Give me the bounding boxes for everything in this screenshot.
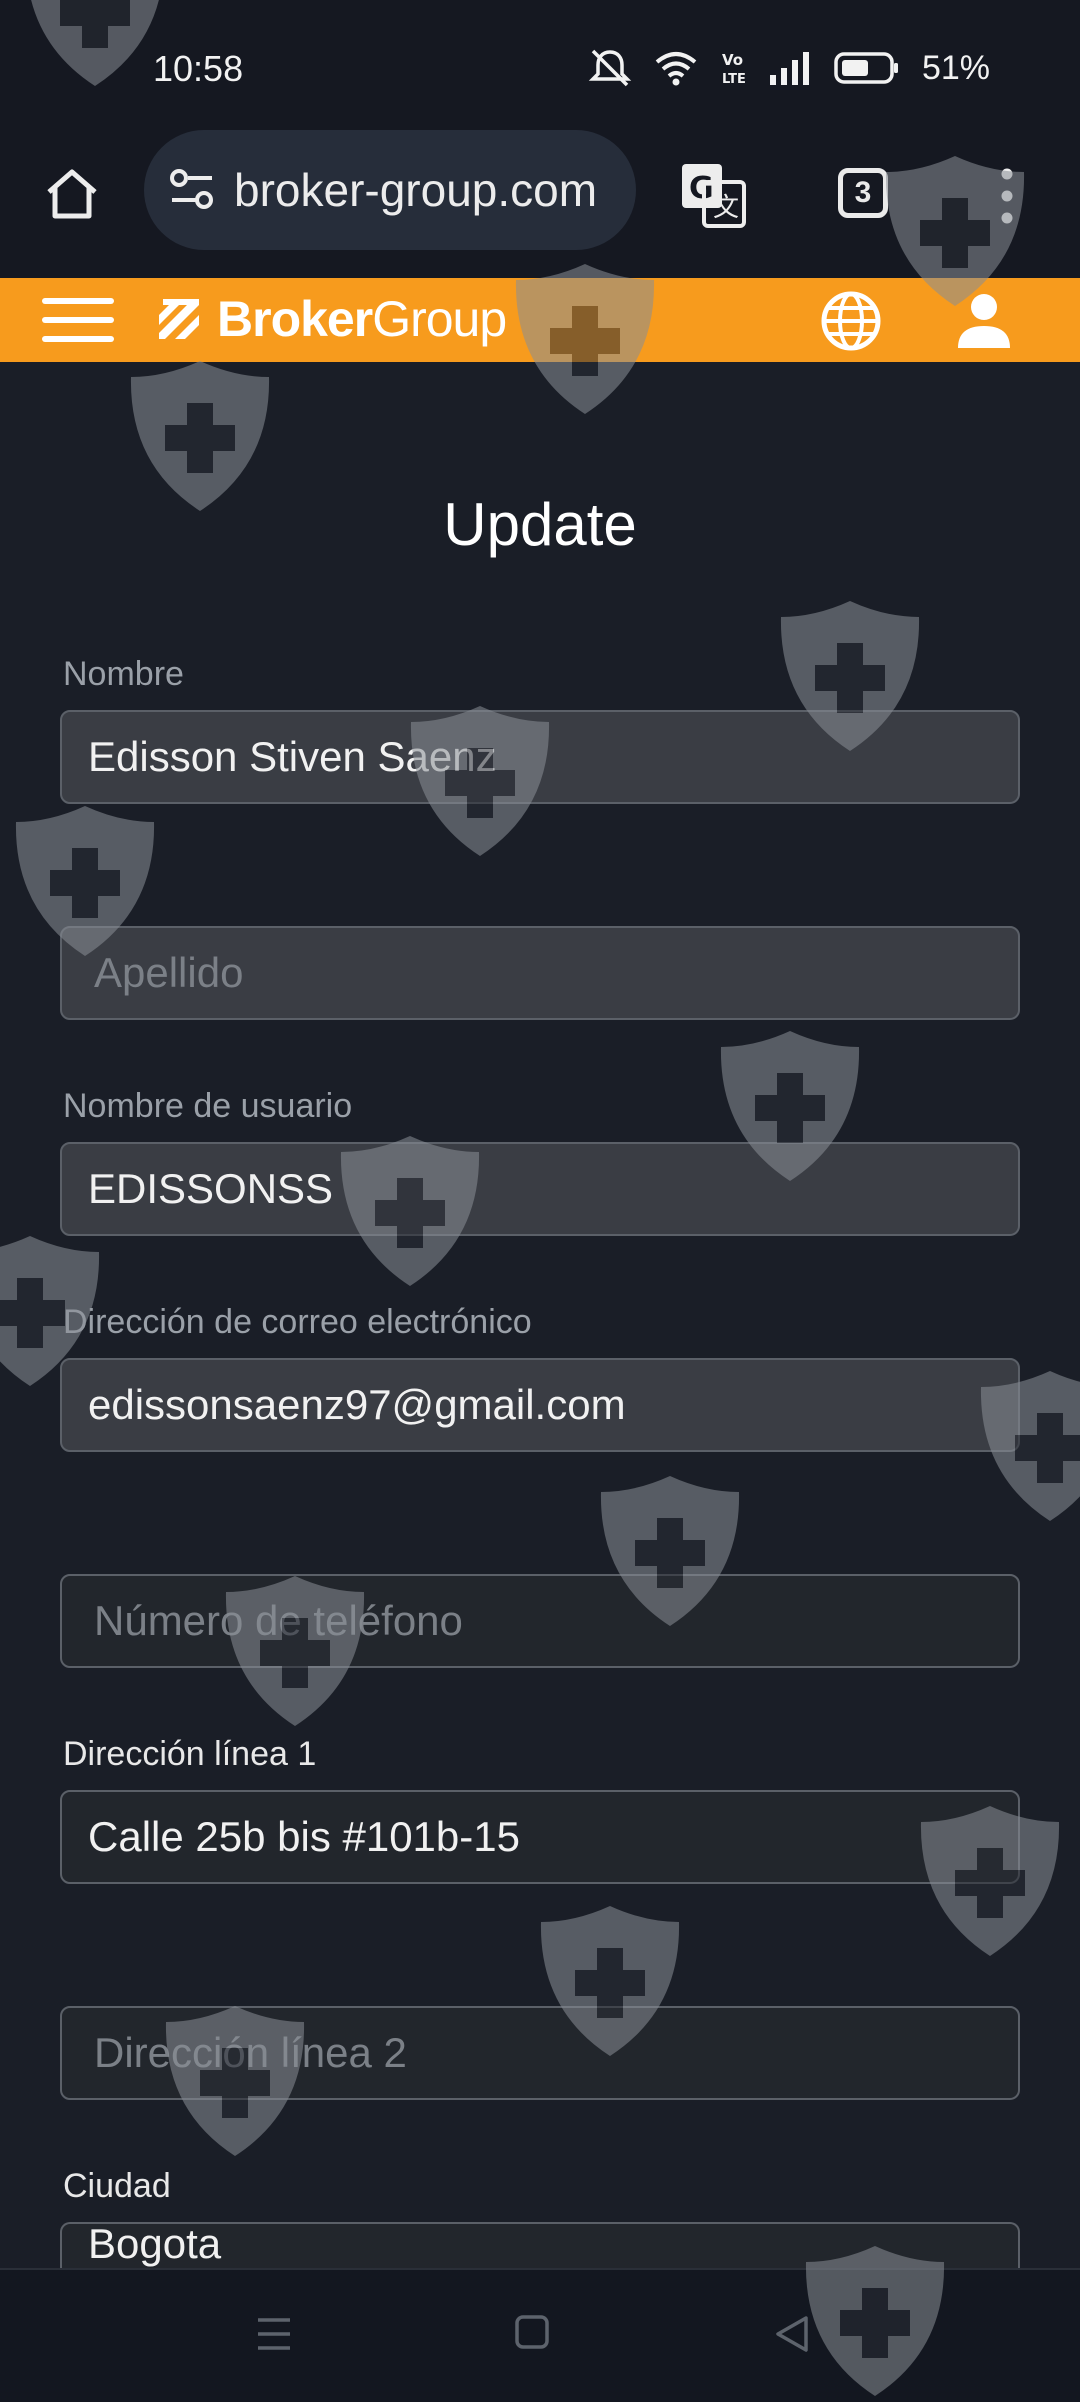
hamburger-menu-icon[interactable]	[42, 296, 114, 344]
page-title: Update	[443, 491, 637, 558]
brand-name-light: Group	[372, 291, 507, 347]
svg-text:Vo: Vo	[722, 51, 743, 69]
wifi-icon	[655, 52, 697, 86]
status-icons: Vo LTE 51%	[588, 48, 990, 88]
nombre-field[interactable]: Edisson Stiven Saenz	[60, 710, 1020, 804]
direccion1-label: Dirección línea 1	[63, 1735, 317, 1773]
home-icon[interactable]	[42, 164, 102, 224]
telefono-field[interactable]: Número de teléfono	[60, 1574, 1020, 1668]
battery-icon	[834, 52, 898, 84]
recent-apps-icon[interactable]	[254, 2314, 294, 2354]
signal-icon	[769, 52, 809, 85]
site-settings-icon[interactable]	[168, 166, 216, 214]
system-nav-bar	[0, 2268, 1080, 2402]
ciudad-field[interactable]: Bogota	[60, 2222, 1020, 2268]
url-bar[interactable]: broker-group.com	[144, 130, 636, 250]
brand-mark-icon	[159, 299, 199, 339]
site-header: BrokerGroup	[0, 278, 1080, 362]
status-bar: 10:58 Vo LTE 51%	[0, 0, 1080, 135]
browser-toolbar: broker-group.com G 文 3	[0, 128, 1080, 278]
brand-logo[interactable]: BrokerGroup	[155, 290, 507, 348]
svg-text:LTE: LTE	[722, 72, 746, 86]
direccion2-field[interactable]: Dirección línea 2	[60, 2006, 1020, 2100]
correo-field[interactable]: edissonsaenz97@gmail.com	[60, 1358, 1020, 1452]
svg-text:G: G	[689, 171, 714, 206]
direccion1-field[interactable]: Calle 25b bis #101b-15	[60, 1790, 1020, 1884]
tabs-button[interactable]: 3	[838, 168, 888, 218]
mute-icon	[588, 49, 632, 87]
usuario-field[interactable]: EDISSONSS	[60, 1142, 1020, 1236]
brand-name-bold: Broker	[217, 291, 373, 347]
home-square-icon[interactable]	[514, 2314, 550, 2350]
brand-name: BrokerGroup	[217, 290, 507, 348]
ciudad-label: Ciudad	[63, 2167, 171, 2205]
user-icon[interactable]	[954, 292, 1014, 350]
apellido-field[interactable]: Apellido	[60, 926, 1020, 1020]
globe-icon[interactable]	[820, 290, 882, 352]
nombre-label: Nombre	[63, 655, 184, 693]
back-icon[interactable]	[774, 2314, 810, 2354]
battery-percent: 51%	[921, 48, 990, 87]
url-text: broker-group.com	[234, 164, 598, 216]
usuario-label: Nombre de usuario	[63, 1087, 353, 1125]
status-time: 10:58	[153, 48, 244, 89]
svg-text:文: 文	[713, 193, 739, 223]
more-icon[interactable]	[995, 166, 1019, 226]
correo-label: Dirección de correo electrónico	[63, 1303, 532, 1341]
volte-icon: Vo LTE	[722, 51, 746, 86]
translate-icon[interactable]: G 文	[678, 160, 748, 230]
